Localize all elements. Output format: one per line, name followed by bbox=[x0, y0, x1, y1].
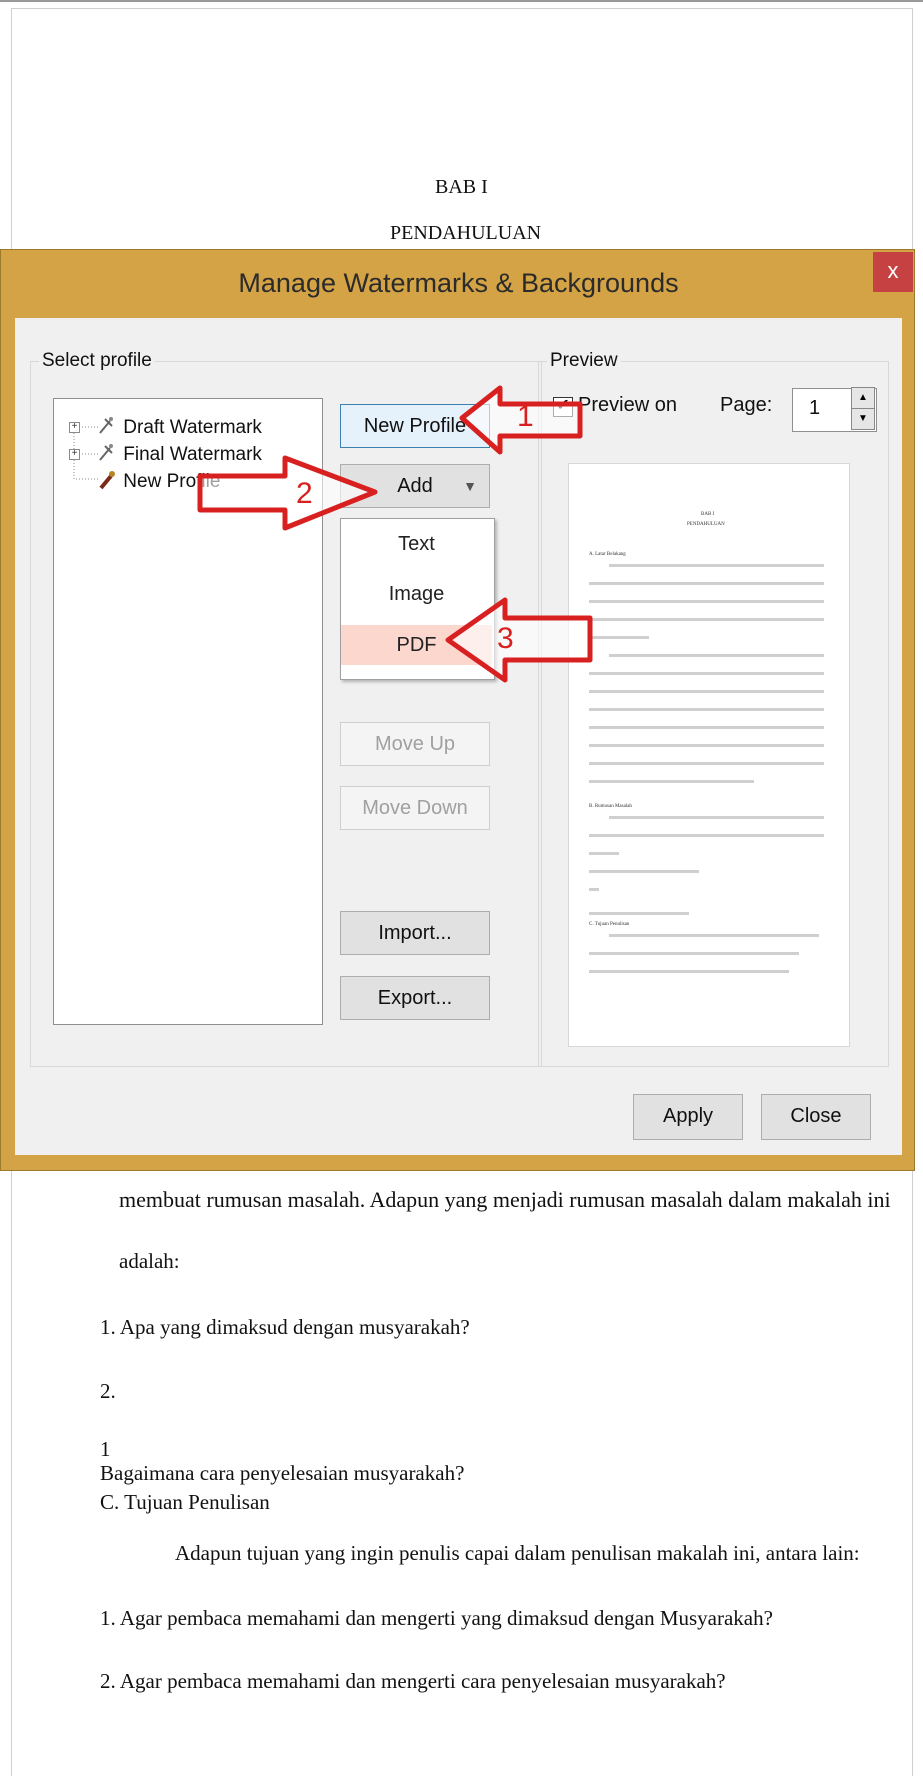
annotation-number-1: 1 bbox=[517, 400, 534, 433]
annotation-number-2: 2 bbox=[296, 477, 313, 510]
annotation-overlay bbox=[197, 385, 593, 683]
annotation-arrow-2 bbox=[197, 455, 378, 531]
annotation-arrow-3 bbox=[445, 597, 593, 683]
annotation-number-3: 3 bbox=[497, 622, 514, 655]
